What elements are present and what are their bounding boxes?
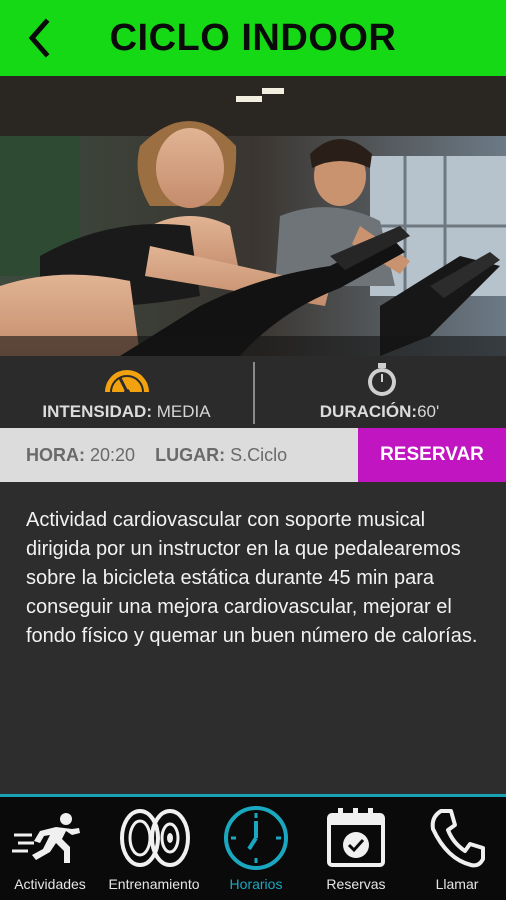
hour-value: 20:20 [90,445,136,465]
clock-icon [208,805,304,871]
nav-label-horarios: Horarios [229,876,283,892]
weight-plates-icon [100,805,208,871]
nav-label-actividades: Actividades [14,876,86,892]
nav-item-reservas[interactable]: Reservas [304,797,408,900]
intensity-label: INTENSIDAD: [42,402,152,421]
runner-icon [0,805,100,871]
duration-value: 60' [417,402,440,421]
intensity-value: MEDIA [156,402,211,421]
app-header: CICLO INDOOR [0,0,506,76]
schedule-info-bar: HORA: 20:20 LUGAR: S.Ciclo [0,428,358,482]
nav-item-actividades[interactable]: Actividades [0,797,100,900]
reserve-button[interactable]: RESERVAR [358,428,506,482]
gauge-icon [102,362,152,401]
stopwatch-icon [365,362,399,403]
schedule-info: HORA: 20:20 LUGAR: S.Ciclo [26,428,287,482]
nav-label-llamar: Llamar [435,876,479,892]
place-label: LUGAR: [155,445,226,465]
place-value: S.Ciclo [230,445,288,465]
nav-label-reservas: Reservas [326,876,386,892]
intensity-text: INTENSIDAD: MEDIA [0,402,253,422]
bottom-nav: Actividades Entrenamiento Horarios Reser… [0,794,506,900]
nav-item-entrenamiento[interactable]: Entrenamiento [100,797,208,900]
stats-row: INTENSIDAD: MEDIA DURACIÓN:60' [0,356,506,428]
activity-description: Actividad cardiovascular con soporte mus… [26,509,478,647]
page-title: CICLO INDOOR [109,17,397,59]
nav-item-llamar[interactable]: Llamar [408,797,506,900]
duration-stat: DURACIÓN:60' [253,356,506,428]
duration-label: DURACIÓN: [319,402,418,421]
duration-text: DURACIÓN:60' [253,402,506,422]
hero-image [0,76,506,356]
phone-icon [408,805,506,871]
nav-item-horarios[interactable]: Horarios [208,797,304,900]
intensity-stat: INTENSIDAD: MEDIA [0,356,253,428]
hour-label: HORA: [26,445,85,465]
calendar-check-icon [304,805,408,871]
nav-label-entrenamiento: Entrenamiento [108,876,200,892]
